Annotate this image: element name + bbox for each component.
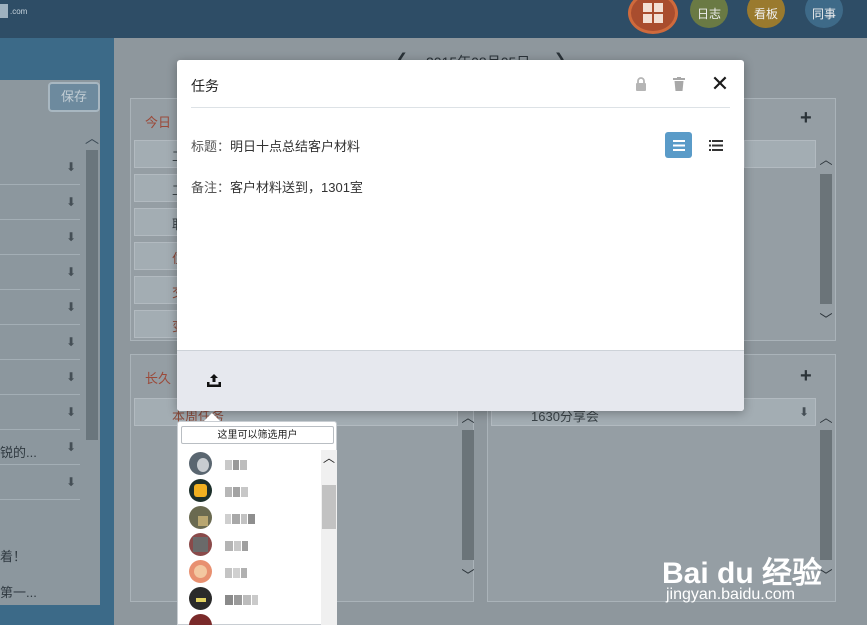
avatar (189, 452, 212, 475)
user-name-blurred (225, 539, 249, 551)
download-icon[interactable]: ⬇ (66, 160, 76, 174)
task-row[interactable] (744, 140, 816, 168)
task-modal: 任务 ✕ 标题：明日十点总结客户材料 备注：客户材料送到，1301室 (177, 60, 744, 411)
avatar (189, 587, 212, 610)
note-field-value[interactable]: 客户材料送到，1301室 (230, 180, 363, 195)
list-item-text: 第一... (0, 585, 37, 600)
list-item[interactable]: ⬇ (0, 325, 80, 360)
title-field[interactable]: 标题：明日十点总结客户材料 (191, 136, 360, 155)
list-item-text: 锐的... (0, 445, 37, 460)
scroll-up-icon[interactable]: ︿ (321, 450, 337, 466)
avatar (189, 506, 212, 529)
download-icon[interactable]: ⬇ (66, 440, 76, 454)
user-selector-popup: ︿ (177, 421, 337, 625)
scroll-up-icon[interactable]: ︿ (460, 410, 476, 426)
user-item[interactable] (181, 612, 321, 625)
user-name-blurred (225, 593, 259, 605)
list-item[interactable]: ⬇ (0, 220, 80, 255)
scrollbar-thumb[interactable] (322, 485, 336, 529)
user-list-scrollbar[interactable]: ︿ (321, 450, 337, 625)
align-justify-icon (672, 139, 685, 151)
left-scrollbar[interactable]: ︿ (84, 128, 100, 606)
scrollbar-thumb[interactable] (462, 430, 474, 560)
download-icon[interactable]: ⬇ (66, 230, 76, 244)
save-button[interactable]: 保存 (48, 82, 100, 112)
avatar (189, 533, 212, 556)
list-item[interactable]: ⬇ (0, 395, 80, 430)
top-bar (0, 0, 867, 38)
download-icon[interactable]: ⬇ (66, 475, 76, 489)
modal-header: 任务 ✕ (191, 60, 730, 108)
download-icon[interactable]: ⬇ (66, 405, 76, 419)
grid-icon (643, 3, 663, 23)
app-logo: .com (0, 4, 27, 18)
download-icon[interactable]: ⬇ (66, 195, 76, 209)
list-icon (709, 139, 723, 151)
user-name-blurred (225, 566, 248, 578)
user-item[interactable] (181, 477, 321, 504)
title-field-label: 标题： (191, 139, 231, 154)
list-item[interactable]: ⬇ (0, 360, 80, 395)
avatar (189, 614, 212, 625)
trash-icon[interactable] (671, 76, 687, 92)
user-item[interactable] (181, 504, 321, 531)
scroll-down-icon[interactable]: ﹀ (818, 312, 834, 328)
user-list (181, 450, 321, 625)
watermark-site: jingyan.baidu.com (666, 586, 795, 603)
lock-icon[interactable] (633, 76, 649, 92)
add-icon[interactable]: + (800, 365, 812, 388)
upload-icon[interactable] (207, 374, 223, 390)
list-item[interactable]: ⬇ (0, 465, 80, 500)
list-item[interactable]: ⬇ (0, 290, 80, 325)
user-item[interactable] (181, 585, 321, 612)
modal-footer (177, 350, 744, 411)
user-filter-input[interactable] (181, 426, 334, 444)
list-item[interactable]: ⬇ (0, 150, 80, 185)
download-icon[interactable]: ⬇ (66, 370, 76, 384)
longterm-scrollbar[interactable]: ︿ ﹀ (460, 410, 476, 590)
user-name-blurred (225, 458, 248, 470)
longterm-panel-title: 长久 (145, 371, 172, 386)
download-icon[interactable]: ⬇ (799, 405, 809, 419)
download-icon[interactable]: ⬇ (66, 335, 76, 349)
scroll-up-icon[interactable]: ︿ (818, 410, 834, 426)
modal-title: 任务 (191, 78, 219, 94)
scroll-up-icon[interactable]: ︿ (818, 152, 834, 168)
scroll-down-icon[interactable]: ﹀ (460, 568, 476, 584)
today-panel-title: 今日 (145, 115, 172, 130)
download-icon[interactable]: ⬇ (66, 300, 76, 314)
baidu-jingyan-watermark: Bai du 经验 jingyan.baidu.com (662, 530, 862, 610)
list-item[interactable]: ⬇ (0, 255, 80, 290)
title-field-value[interactable]: 明日十点总结客户材料 (230, 139, 360, 154)
user-name-blurred (225, 512, 256, 524)
avatar (189, 560, 212, 583)
today-scrollbar[interactable]: ︿ ﹀ (818, 152, 834, 332)
popup-caret (204, 413, 220, 421)
note-field[interactable]: 备注：客户材料送到，1301室 (191, 177, 363, 196)
close-icon[interactable]: ✕ (709, 73, 731, 95)
download-icon[interactable]: ⬇ (66, 265, 76, 279)
scrollbar-thumb[interactable] (86, 150, 98, 440)
list-item-text: 着！ (0, 549, 27, 564)
add-icon[interactable]: + (800, 107, 812, 130)
scrollbar-thumb[interactable] (820, 174, 832, 304)
note-field-label: 备注： (191, 180, 231, 195)
scroll-up-icon[interactable]: ︿ (84, 128, 100, 148)
list-item[interactable]: ⬇ (0, 185, 80, 220)
user-item[interactable] (181, 531, 321, 558)
avatar (189, 479, 212, 502)
list-view-button[interactable] (705, 132, 727, 158)
text-view-button[interactable] (665, 132, 692, 158)
user-item[interactable] (181, 450, 321, 477)
user-item[interactable] (181, 558, 321, 585)
user-name-blurred (225, 485, 249, 497)
